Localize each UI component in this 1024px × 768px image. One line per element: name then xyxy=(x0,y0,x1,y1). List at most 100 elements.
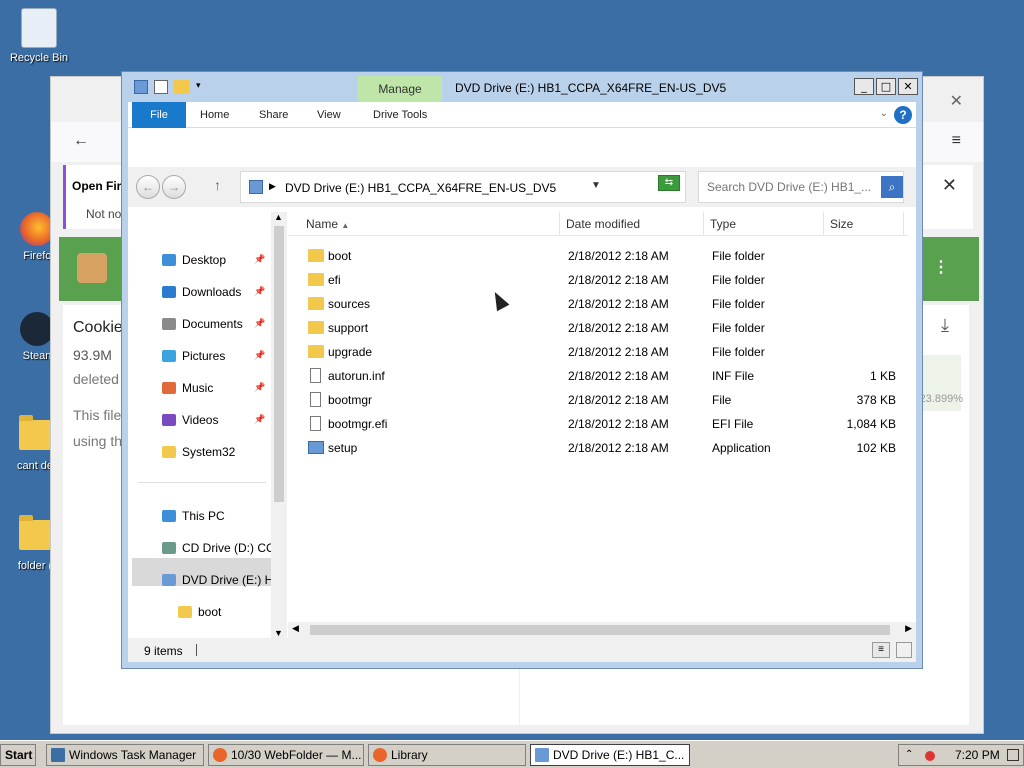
nav-item-label: This PC xyxy=(182,509,225,523)
panel-size: 93.9M xyxy=(73,347,112,363)
horizontal-scrollbar[interactable]: ◀ ▶ xyxy=(288,622,916,638)
new-folder-icon[interactable] xyxy=(174,80,190,94)
scroll-left-icon[interactable]: ◀ xyxy=(292,623,299,634)
column-type[interactable]: Type xyxy=(704,212,824,236)
nav-item-icon xyxy=(162,510,176,522)
tab-home[interactable]: Home xyxy=(200,102,229,128)
table-row[interactable]: boot 2/18/2012 2:18 AM File folder xyxy=(288,244,908,268)
tab-drive-tools[interactable]: Drive Tools xyxy=(373,102,427,128)
table-row[interactable]: bootmgr 2/18/2012 2:18 AM File 378 KB xyxy=(288,388,908,412)
nav-item-desktop[interactable]: Desktop xyxy=(162,250,226,270)
address-dropdown-icon[interactable]: ▼ xyxy=(591,180,601,191)
tab-view[interactable]: View xyxy=(317,102,341,128)
details-view-icon[interactable]: ≡ xyxy=(872,642,890,658)
table-row[interactable]: sources 2/18/2012 2:18 AM File folder xyxy=(288,292,908,316)
table-row[interactable]: efi 2/18/2012 2:18 AM File folder xyxy=(288,268,908,292)
nav-scrollbar[interactable]: ▲ ▼ xyxy=(271,212,287,638)
nav-item-label: Documents xyxy=(182,317,243,331)
forward-button[interactable]: → xyxy=(162,175,186,199)
close-icon[interactable]: ✕ xyxy=(942,175,957,196)
file-type: File folder xyxy=(712,273,765,287)
file-date: 2/18/2012 2:18 AM xyxy=(568,273,669,287)
scroll-thumb[interactable] xyxy=(274,226,284,502)
search-input[interactable] xyxy=(707,180,875,194)
properties-icon[interactable] xyxy=(154,80,168,94)
start-button[interactable]: Start xyxy=(0,744,36,766)
clock[interactable]: 7:20 PM xyxy=(955,745,1000,765)
expand-ribbon-icon[interactable]: ⌄ xyxy=(880,108,888,119)
tab-file[interactable]: File xyxy=(132,102,186,128)
nav-item-videos[interactable]: Videos xyxy=(162,410,218,430)
nav-item-documents[interactable]: Documents xyxy=(162,314,243,334)
close-button[interactable]: ✕ xyxy=(898,78,918,95)
notifications-icon[interactable] xyxy=(1007,749,1019,761)
desktop-icon-recycle-bin[interactable]: Recycle Bin xyxy=(0,8,78,64)
firefox-tab-close-icon[interactable]: ✕ xyxy=(950,91,963,111)
back-icon[interactable]: ← xyxy=(73,132,89,150)
back-button[interactable]: ← xyxy=(136,175,160,199)
table-row[interactable]: support 2/18/2012 2:18 AM File folder xyxy=(288,316,908,340)
large-icons-view-icon[interactable] xyxy=(896,642,912,658)
tray-expand-icon[interactable]: ⌃ xyxy=(905,745,913,765)
file-type: INF File xyxy=(712,369,754,383)
up-button[interactable]: ↑ xyxy=(214,177,221,193)
download-icon[interactable]: ⤓ xyxy=(941,315,949,336)
nav-item-drive-1[interactable]: CD Drive (D:) CC xyxy=(162,538,275,558)
title-bar[interactable]: ▾ Manage DVD Drive (E:) HB1_CCPA_X64FRE_… xyxy=(122,72,922,102)
recycle-bin-icon xyxy=(21,8,57,48)
menu-icon[interactable]: ≡ xyxy=(952,132,961,150)
nav-item-icon xyxy=(162,446,176,458)
nav-item-drive-2[interactable]: DVD Drive (E:) H xyxy=(162,570,273,590)
nav-item-system32[interactable]: System32 xyxy=(162,442,235,462)
drive-icon xyxy=(535,748,549,762)
taskbar-item-library[interactable]: Library xyxy=(368,744,526,766)
window-controls: _ □ ✕ xyxy=(854,78,918,95)
table-row[interactable]: bootmgr.efi 2/18/2012 2:18 AM EFI File 1,08… xyxy=(288,412,908,436)
nav-item-music[interactable]: Music xyxy=(162,378,213,398)
nav-item-icon xyxy=(162,414,176,426)
tab-share[interactable]: Share xyxy=(259,102,288,128)
tab-manage[interactable]: Manage xyxy=(358,76,442,102)
table-row[interactable]: upgrade 2/18/2012 2:18 AM File folder xyxy=(288,340,908,364)
column-name[interactable]: Name ▲ xyxy=(300,212,560,236)
table-row[interactable]: setup 2/18/2012 2:18 AM Application 102 KB xyxy=(288,436,908,460)
nav-item-drive-0[interactable]: This PC xyxy=(162,506,225,526)
scroll-up-icon[interactable]: ▲ xyxy=(274,212,283,222)
file-name: sources xyxy=(328,297,371,311)
file-size: 102 KB xyxy=(856,441,896,455)
nav-item-downloads[interactable]: Downloads xyxy=(162,282,241,302)
taskbar-item-webfolder[interactable]: 10/30 WebFolder — M... xyxy=(208,744,364,766)
minimize-button[interactable]: _ xyxy=(854,78,874,95)
search-box[interactable]: ⌕ xyxy=(698,171,904,203)
nav-item-label: boot xyxy=(198,605,222,619)
nav-item-label: Music xyxy=(182,381,214,395)
network-error-icon[interactable] xyxy=(925,751,935,761)
help-button[interactable]: ? xyxy=(894,106,912,124)
refresh-button[interactable]: ⇆ xyxy=(658,175,680,191)
maximize-button[interactable]: □ xyxy=(876,78,896,95)
column-size[interactable]: Size xyxy=(824,212,904,236)
nav-item-label: CD Drive (D:) CC xyxy=(182,541,275,555)
address-bar[interactable]: ▶ DVD Drive (E:) HB1_CCPA_X64FRE_EN-US_D… xyxy=(240,171,686,203)
nav-item-pictures[interactable]: Pictures xyxy=(162,346,225,366)
search-icon[interactable]: ⌕ xyxy=(881,176,903,198)
steam-icon xyxy=(20,312,54,346)
nav-item-drive-3[interactable]: boot xyxy=(178,602,221,622)
taskbar-item-dvd-drive[interactable]: DVD Drive (E:) HB1_C... xyxy=(530,744,690,766)
scroll-thumb[interactable] xyxy=(310,625,890,635)
file-icon xyxy=(310,368,321,383)
customize-toolbar-icon[interactable]: ▾ xyxy=(196,80,206,94)
table-row[interactable]: autorun.inf 2/18/2012 2:18 AM INF File 1 KB xyxy=(288,364,908,388)
pin-icon: 📌 xyxy=(254,254,266,264)
taskbar-item-task-manager[interactable]: Windows Task Manager xyxy=(46,744,204,766)
scroll-down-icon[interactable]: ▼ xyxy=(274,628,283,638)
scroll-right-icon[interactable]: ▶ xyxy=(905,623,912,634)
column-date[interactable]: Date modified xyxy=(560,212,704,236)
drive-icon[interactable] xyxy=(134,80,148,94)
file-name: efi xyxy=(328,273,341,287)
nav-item-icon xyxy=(162,574,176,586)
file-type: File folder xyxy=(712,321,765,335)
panel-line2: using th xyxy=(73,433,123,449)
address-chevron-icon[interactable]: ▶ xyxy=(269,181,276,192)
more-icon[interactable]: ⋮ xyxy=(933,257,949,277)
